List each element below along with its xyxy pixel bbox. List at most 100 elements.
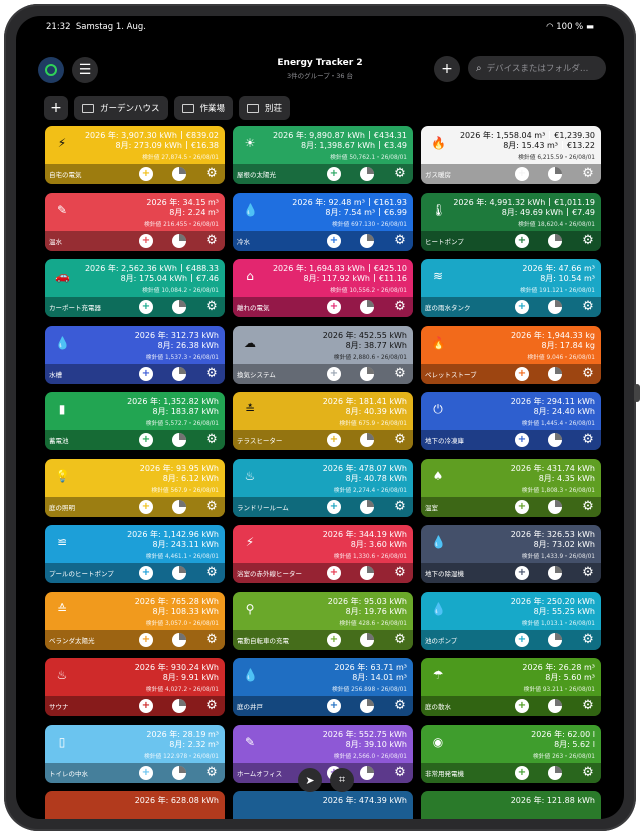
statistics-pie-icon[interactable]	[360, 566, 374, 580]
statistics-pie-icon[interactable]	[360, 300, 374, 314]
add-reading-button[interactable]: +	[515, 632, 529, 647]
settings-gear-icon[interactable]: ⚙	[205, 566, 219, 580]
add-reading-button[interactable]: +	[327, 632, 341, 647]
add-reading-button[interactable]: +	[139, 566, 153, 580]
device-card[interactable]: 浴室の赤外線ヒーター + ⚙ ⚡ 2026 年: 344.19 kWh 8月: 3.60 …	[233, 525, 413, 583]
settings-gear-icon[interactable]: ⚙	[581, 500, 595, 514]
device-card[interactable]: 庭の雨水タンク + ⚙ ≋ 2026 年: 47.66 m³ 8月: 10.54 m³ 検針…	[421, 259, 601, 317]
statistics-pie-icon[interactable]	[172, 167, 186, 181]
add-reading-button[interactable]: +	[515, 566, 529, 580]
add-reading-button[interactable]: +	[139, 366, 153, 381]
add-reading-button[interactable]: +	[139, 167, 153, 181]
settings-gear-icon[interactable]: ⚙	[393, 766, 407, 780]
add-reading-button[interactable]: +	[327, 233, 341, 248]
add-reading-button[interactable]: +	[139, 765, 153, 780]
settings-gear-icon[interactable]: ⚙	[581, 234, 595, 248]
settings-gear-icon[interactable]: ⚙	[393, 300, 407, 314]
device-card[interactable]: 蓄電池 + ⚙ ▮ 2026 年: 1,352.82 kWh 8月: 183.87 kWh…	[45, 392, 225, 450]
device-card[interactable]: +⚙2026 年: 121.88 kWh	[421, 791, 601, 819]
device-card[interactable]: 自宅の電気 + ⚙ ⚡ 2026 年: 3,907.30 kWh €839.02 8月: 2…	[45, 126, 225, 184]
device-card[interactable]: 非常用発電機 + ⚙ ◉ 2026 年: 62.00 l 8月: 5.62 l 検針値 26…	[421, 724, 601, 783]
device-card[interactable]: 水槽 + ⚙ 💧 2026 年: 312.73 kWh 8月: 26.38 kWh 検針値 …	[45, 325, 225, 384]
statistics-pie-icon[interactable]	[172, 765, 186, 780]
statistics-pie-icon[interactable]	[360, 632, 374, 647]
statistics-pie-icon[interactable]	[172, 566, 186, 580]
add-reading-button[interactable]: +	[139, 699, 153, 713]
device-card[interactable]: ペレットストーブ + ⚙ 🔥 2026 年: 1,944.33 kg 8月: 17.84 …	[421, 325, 601, 384]
settings-gear-icon[interactable]: ⚙	[581, 433, 595, 447]
folder-chip[interactable]: 作業場	[173, 96, 234, 120]
settings-gear-icon[interactable]: ⚙	[393, 699, 407, 713]
device-card[interactable]: +⚙2026 年: 474.39 kWh	[233, 791, 413, 819]
statistics-pie-icon[interactable]	[360, 433, 374, 447]
add-reading-button[interactable]: +	[139, 233, 153, 248]
add-reading-button[interactable]: +	[327, 366, 341, 381]
device-card[interactable]: ランドリールーム + ⚙ ♨ 2026 年: 478.07 kWh 8月: 40.78 k…	[233, 458, 413, 517]
add-reading-button[interactable]: +	[139, 632, 153, 647]
add-reading-button[interactable]: +	[327, 300, 341, 314]
statistics-pie-icon[interactable]	[172, 499, 186, 514]
add-reading-button[interactable]: +	[515, 233, 529, 248]
settings-gear-icon[interactable]: ⚙	[205, 367, 219, 381]
settings-gear-icon[interactable]: ⚙	[581, 699, 595, 713]
folder-chip[interactable]: ガーデンハウス	[74, 96, 168, 120]
device-card[interactable]: 温室 + ⚙ ♠ 2026 年: 431.74 kWh 8月: 4.35 kWh 検針値 1…	[421, 458, 601, 517]
settings-gear-icon[interactable]: ⚙	[205, 300, 219, 314]
device-card[interactable]: 屋根の太陽光 + ⚙ ☀ 2026 年: 9,890.87 kWh €434.31 8月: …	[233, 126, 413, 184]
settings-gear-icon[interactable]: ⚙	[581, 566, 595, 580]
settings-gear-icon[interactable]: ⚙	[393, 234, 407, 248]
statistics-pie-icon[interactable]	[548, 765, 562, 780]
device-card[interactable]: 庭の照明 + ⚙ 💡 2026 年: 93.95 kWh 8月: 6.12 kWh 検針値 …	[45, 458, 225, 517]
statistics-pie-icon[interactable]	[360, 499, 374, 514]
settings-gear-icon[interactable]: ⚙	[205, 766, 219, 780]
add-device-button[interactable]: +	[434, 56, 460, 82]
statistics-pie-icon[interactable]	[172, 699, 186, 713]
add-reading-button[interactable]: +	[515, 167, 529, 181]
device-card[interactable]: 換気システム + ⚙ ☁ 2026 年: 452.55 kWh 8月: 38.77 kWh…	[233, 325, 413, 384]
statistics-pie-icon[interactable]	[548, 433, 562, 447]
device-card[interactable]: 電動自転車の充電 + ⚙ ⚲ 2026 年: 95.03 kWh 8月: 19.76 kW…	[233, 591, 413, 650]
add-reading-button[interactable]: +	[327, 566, 341, 580]
settings-gear-icon[interactable]: ⚙	[393, 500, 407, 514]
statistics-pie-icon[interactable]	[548, 632, 562, 647]
settings-gear-icon[interactable]: ⚙	[581, 167, 595, 181]
device-card[interactable]: カーポート充電器 + ⚙ 🚗 2026 年: 2,562.36 kWh €488.33 8月…	[45, 259, 225, 317]
add-reading-button[interactable]: +	[327, 167, 341, 181]
add-reading-button[interactable]: +	[515, 765, 529, 780]
settings-gear-icon[interactable]: ⚙	[581, 633, 595, 647]
statistics-pie-icon[interactable]	[548, 167, 562, 181]
device-card[interactable]: 庭の井戸 + ⚙ 💧 2026 年: 63.71 m³ 8月: 14.01 m³ 検針値 2…	[233, 658, 413, 716]
device-card[interactable]: 冷水 + ⚙ 💧 2026 年: 92.48 m³ €161.93 8月: 7.54 m³ €…	[233, 192, 413, 251]
statistics-pie-icon[interactable]	[172, 433, 186, 447]
statistics-pie-icon[interactable]	[360, 699, 374, 713]
settings-gear-icon[interactable]: ⚙	[393, 433, 407, 447]
statistics-pie-icon[interactable]	[172, 300, 186, 314]
add-reading-button[interactable]: +	[327, 433, 341, 447]
device-card[interactable]: トイレの中水 + ⚙ ▯ 2026 年: 28.19 m³ 8月: 2.32 m³ 検針値 …	[45, 724, 225, 783]
statistics-pie-icon[interactable]	[172, 632, 186, 647]
add-reading-button[interactable]: +	[515, 300, 529, 314]
settings-gear-icon[interactable]: ⚙	[581, 367, 595, 381]
add-reading-button[interactable]: +	[139, 300, 153, 314]
add-reading-button[interactable]: +	[327, 699, 341, 713]
settings-gear-icon[interactable]: ⚙	[205, 167, 219, 181]
device-card[interactable]: 温水 + ⚙ ✎ 2026 年: 34.15 m³ 8月: 2.24 m³ 検針値 216.…	[45, 192, 225, 251]
settings-gear-icon[interactable]: ⚙	[205, 500, 219, 514]
add-reading-button[interactable]: +	[139, 433, 153, 447]
device-card[interactable]: 地下の除湿機 + ⚙ 💧 2026 年: 326.53 kWh 8月: 73.02 kWh…	[421, 525, 601, 583]
statistics-pie-icon[interactable]	[360, 366, 374, 381]
device-card[interactable]: サウナ + ⚙ ♨ 2026 年: 930.24 kWh 8月: 9.91 kWh 検針値 …	[45, 658, 225, 716]
add-reading-button[interactable]: +	[139, 499, 153, 514]
device-card[interactable]: +⚙2026 年: 628.08 kWh	[45, 791, 225, 819]
device-card[interactable]: ガス暖房 + ⚙ 🔥 2026 年: 1,558.04 m³ €1,239.30 8月: 1…	[421, 126, 601, 184]
add-folder-button[interactable]: +	[44, 96, 68, 120]
add-reading-button[interactable]: +	[515, 699, 529, 713]
settings-gear-icon[interactable]: ⚙	[205, 699, 219, 713]
settings-gear-icon[interactable]: ⚙	[205, 633, 219, 647]
folder-chip[interactable]: 別荘	[239, 96, 291, 120]
statistics-pie-icon[interactable]	[548, 699, 562, 713]
device-card[interactable]: テラスヒーター + ⚙ ≛ 2026 年: 181.41 kWh 8月: 40.39 kW…	[233, 392, 413, 450]
device-card[interactable]: ヒートポンプ + ⚙ 🌡 2026 年: 4,991.32 kWh €1,011.19 8月…	[421, 192, 601, 251]
statistics-pie-icon[interactable]	[360, 765, 374, 780]
settings-gear-icon[interactable]: ⚙	[581, 766, 595, 780]
